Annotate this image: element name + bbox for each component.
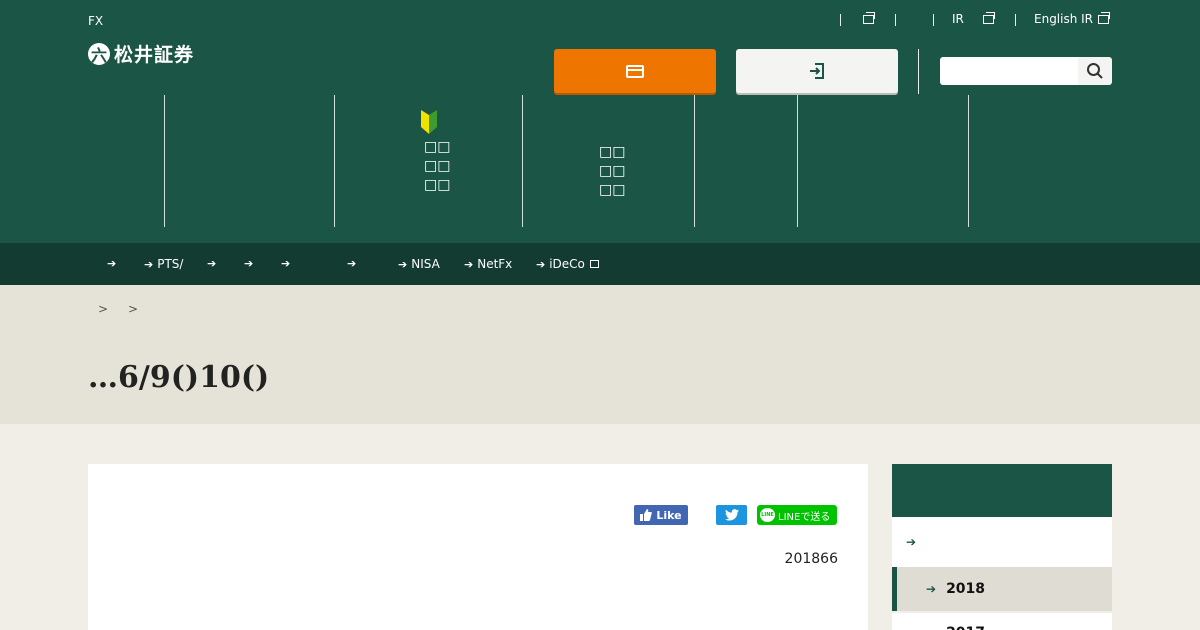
gnav-divider xyxy=(694,95,695,227)
arrow-right-icon: ➔ xyxy=(207,257,217,270)
sidebar-header xyxy=(892,464,1112,517)
logo-text: 松井証券 xyxy=(114,44,195,66)
header-divider xyxy=(918,49,919,94)
login-icon xyxy=(810,63,824,79)
twitter-share-button[interactable] xyxy=(716,505,747,525)
arrow-right-icon: ➔ xyxy=(464,257,474,271)
subnav-item-netfx[interactable]: ➔ NetFx xyxy=(464,257,512,271)
publish-date: 201866 xyxy=(784,551,838,567)
breadcrumb-separator: > xyxy=(128,302,139,316)
search-input[interactable] xyxy=(940,57,1078,85)
subnav-item[interactable]: ➔ xyxy=(244,257,257,270)
article-body: Like LINE LINEで送る 201866 xyxy=(88,464,868,630)
ir-link[interactable]: IR xyxy=(952,12,964,26)
sub-navigation: ➔ ➔ PTS/ ➔ ➔ ➔ ➔ ➔ NISA ➔ NetFx ➔ iDeCo xyxy=(0,243,1200,285)
top-links: IR English IR xyxy=(0,12,1200,28)
divider xyxy=(933,14,934,26)
gnav-item-beginner[interactable]: □□ □□ □□ xyxy=(424,138,450,195)
subnav-item-pts[interactable]: ➔ PTS/ xyxy=(144,257,183,271)
gnav-divider xyxy=(797,95,798,227)
gnav-item[interactable]: □□ □□ □□ xyxy=(599,143,625,200)
arrow-right-icon: ➔ xyxy=(107,257,117,270)
facebook-like-button[interactable]: Like xyxy=(634,505,688,525)
subnav-item[interactable]: ➔ xyxy=(107,257,120,270)
gnav-divider xyxy=(334,95,335,227)
arrow-right-icon: ➔ xyxy=(906,535,917,549)
site-logo[interactable]: 六 松井証券 xyxy=(88,40,194,67)
open-account-button[interactable] xyxy=(554,49,716,93)
page-title-area: > > …6/9()10() xyxy=(0,285,1200,424)
subnav-item[interactable]: ➔ xyxy=(347,257,360,270)
thumbs-up-icon xyxy=(640,509,653,521)
line-logo-icon: LINE xyxy=(760,508,775,522)
page-title: …6/9()10() xyxy=(88,360,270,395)
subnav-item[interactable]: ➔ xyxy=(281,257,294,270)
divider xyxy=(1015,14,1016,26)
twitter-bird-icon xyxy=(724,509,739,521)
beginner-mark-icon xyxy=(421,110,437,134)
divider xyxy=(895,14,896,26)
gnav-divider xyxy=(164,95,165,227)
divider xyxy=(840,14,841,26)
line-share-button[interactable]: LINE LINEで送る xyxy=(757,505,837,525)
arrow-right-icon: ➔ xyxy=(281,257,291,270)
arrow-right-icon: ➔ xyxy=(926,626,936,630)
arrow-right-icon: ➔ xyxy=(347,257,357,270)
card-icon xyxy=(626,64,644,78)
gnav-divider xyxy=(522,95,523,227)
gnav-divider xyxy=(968,95,969,227)
login-button[interactable] xyxy=(736,49,898,93)
subnav-item-ideco[interactable]: ➔ iDeCo xyxy=(536,257,599,271)
search-icon xyxy=(1087,63,1103,79)
external-link-icon[interactable] xyxy=(1098,12,1110,24)
site-header: FX 六 松井証券 IR English IR □□ □□ □□ □□ □□ □… xyxy=(0,0,1200,243)
english-ir-link[interactable]: English IR xyxy=(1034,12,1093,26)
sidebar: ➔ ➔ 2018 ➔ 2017 xyxy=(892,464,1112,630)
sidebar-item[interactable]: ➔ xyxy=(892,517,1112,567)
subnav-item[interactable]: ➔ xyxy=(207,257,220,270)
sidebar-item-2017[interactable]: ➔ 2017 xyxy=(892,613,1112,630)
external-link-icon[interactable] xyxy=(863,12,875,24)
external-link-icon[interactable] xyxy=(983,12,995,24)
search-button[interactable] xyxy=(1078,57,1112,85)
breadcrumb-separator: > xyxy=(98,302,109,316)
arrow-right-icon: ➔ xyxy=(398,257,408,271)
arrow-right-icon: ➔ xyxy=(244,257,254,270)
arrow-right-icon: ➔ xyxy=(536,257,546,271)
search-box xyxy=(940,57,1112,85)
subnav-item-nisa[interactable]: ➔ NISA xyxy=(398,257,440,271)
sidebar-item-2018[interactable]: ➔ 2018 xyxy=(892,567,1112,611)
arrow-right-icon: ➔ xyxy=(144,257,154,271)
arrow-right-icon: ➔ xyxy=(926,582,937,596)
external-link-icon xyxy=(589,260,599,268)
logo-mark: 六 xyxy=(88,42,110,65)
